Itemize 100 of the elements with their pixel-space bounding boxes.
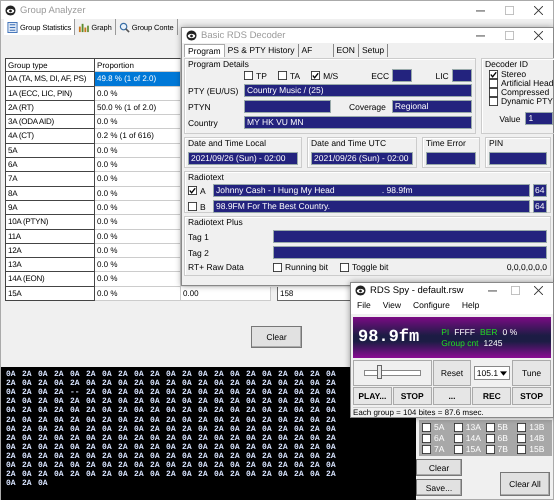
clear-all-button[interactable]: Clear All xyxy=(500,472,550,496)
time-field[interactable] xyxy=(489,152,547,165)
checkbox[interactable] xyxy=(278,71,287,80)
checkbox[interactable] xyxy=(454,434,463,443)
table-cell[interactable]: 0.0 % xyxy=(95,172,181,187)
checkbox[interactable] xyxy=(422,434,431,443)
checkbox[interactable] xyxy=(486,444,494,454)
value-field[interactable]: 1 xyxy=(525,112,554,125)
checkbox[interactable] xyxy=(489,97,498,106)
tab[interactable]: PS & PTY History xyxy=(224,44,299,57)
checkbox[interactable] xyxy=(188,202,197,211)
table-cell[interactable]: 0.0 % xyxy=(95,86,181,101)
checkbox[interactable] xyxy=(340,262,350,272)
tab[interactable]: AF xyxy=(298,44,334,57)
checkbox[interactable] xyxy=(489,88,498,97)
close-icon[interactable] xyxy=(534,6,543,14)
checkbox[interactable] xyxy=(454,422,463,432)
table-cell[interactable]: 0.0 % xyxy=(95,244,181,258)
control-button[interactable]: REC xyxy=(472,387,512,405)
checkbox-label: 7A xyxy=(434,444,444,454)
group-sequence: 0A 2A 0A 2A 0A 2A 0A 2A 0A 2A 0A 2A 0A 2A 0A 2A 0A 2A 0A 2A 0A xyxy=(6,406,336,416)
checkbox[interactable] xyxy=(489,70,498,79)
checkbox[interactable] xyxy=(244,71,253,80)
action-button[interactable]: Clear xyxy=(416,459,462,476)
tune-button[interactable]: Tune xyxy=(512,360,551,386)
checkbox[interactable] xyxy=(311,71,320,80)
checkbox-label: 13A xyxy=(466,422,481,432)
menu-item[interactable]: File xyxy=(357,300,371,312)
length-field: 64 xyxy=(533,184,547,197)
table-cell[interactable]: 49.8 % (1 of 2.0) xyxy=(95,72,181,87)
checkbox[interactable] xyxy=(422,444,431,454)
close-icon[interactable] xyxy=(534,31,543,40)
table-cell[interactable]: 0.0 % xyxy=(95,158,181,172)
ptyn-field[interactable] xyxy=(244,100,331,113)
table-cell[interactable]: 50.0 % (1 of 2.0) xyxy=(95,100,181,116)
action-button[interactable]: Save... xyxy=(416,479,462,496)
field-label: PTY (EU/US) xyxy=(188,86,240,96)
checkbox-label: TP xyxy=(256,70,267,80)
table-cell: 13A xyxy=(5,258,95,272)
time-field[interactable] xyxy=(426,152,476,165)
control-button[interactable]: STOP xyxy=(392,387,432,405)
menu-item[interactable]: Configure xyxy=(412,300,450,312)
reset-button[interactable]: Reset xyxy=(432,360,472,386)
table-cell[interactable]: 0.0 % xyxy=(95,186,181,201)
time-field[interactable]: 2021/09/26 (Sun) - 02:00 xyxy=(188,152,298,165)
tag-field[interactable] xyxy=(273,246,547,259)
table-cell: 9A xyxy=(5,200,95,216)
checkbox[interactable] xyxy=(486,422,494,432)
tab[interactable]: Program xyxy=(184,44,225,57)
group-sequence: 2A 0A 2A 0A 2A 0A 2A 0A 2A 0A 2A 0A 2A 0A 2A 0A 2A 0A 2A 0A 2A xyxy=(6,397,336,406)
group-sequence: 0A 2A 0A 2A 0A 2A 0A 2A 0A 2A 0A 2A 0A 2A 0A 2A 0A 2A 0A 2A 0A xyxy=(6,370,336,380)
checkbox[interactable] xyxy=(517,422,526,432)
tab[interactable]: Setup xyxy=(358,44,388,57)
menu-item[interactable]: View xyxy=(382,300,401,312)
tab[interactable]: EON xyxy=(334,44,359,57)
column-header[interactable]: Group type xyxy=(5,58,95,72)
time-field[interactable]: 2021/09/26 (Sun) - 02:00 xyxy=(311,152,413,165)
table-cell[interactable]: 0.0 % xyxy=(95,115,181,130)
checkbox-label: Compressed xyxy=(501,88,550,97)
table-cell[interactable]: 0.0 % xyxy=(95,258,181,272)
close-icon[interactable] xyxy=(534,286,543,295)
field-label: PTYN xyxy=(188,102,212,112)
checkbox[interactable] xyxy=(517,444,526,454)
control-button[interactable]: STOP xyxy=(512,387,551,405)
field-label: Tag 1 xyxy=(188,232,210,242)
slider-thumb[interactable] xyxy=(376,365,382,379)
table-cell: 8A xyxy=(5,186,95,201)
pty-field[interactable]: Country Music / (25) xyxy=(244,84,472,97)
coverage-field[interactable]: Regional xyxy=(392,100,472,113)
group-sequence: 0A 2A 0A xyxy=(6,479,48,488)
table-cell[interactable]: 0.0 % xyxy=(95,272,181,287)
window-title: RDS Spy - default.rsw xyxy=(370,285,464,296)
checkbox[interactable] xyxy=(422,422,431,432)
ecc-field[interactable] xyxy=(392,69,412,82)
table-cell[interactable]: 0.0 % xyxy=(95,200,181,216)
table-cell[interactable]: 0.0 % xyxy=(95,144,181,158)
table-cell[interactable]: 0.0 % xyxy=(95,286,181,302)
checkbox[interactable] xyxy=(486,434,494,443)
eye-icon xyxy=(5,4,16,16)
table-cell[interactable]: 0.0 % xyxy=(95,215,181,230)
tag-field[interactable] xyxy=(273,230,547,243)
table-cell[interactable]: 0.2 % (1 of 616) xyxy=(95,129,181,144)
table-cell[interactable]: 0.0 % xyxy=(95,230,181,244)
checkbox[interactable] xyxy=(517,434,526,443)
radiotext-field[interactable]: 98.9FM For The Best Country. xyxy=(213,200,530,213)
lic-field[interactable] xyxy=(452,69,472,82)
checkbox[interactable] xyxy=(489,79,498,88)
country-field[interactable]: MY HK VU MN xyxy=(244,116,472,129)
menu-item[interactable]: Help xyxy=(462,300,480,312)
frequency-dropdown[interactable]: 105.1 xyxy=(474,366,510,380)
raw-data-value: 0,0,0,0,0,0 xyxy=(506,262,547,272)
control-button[interactable]: PLAY... xyxy=(353,387,392,405)
clear-button[interactable]: Clear xyxy=(251,326,302,348)
radiotext-field[interactable]: Johnny Cash - I Hung My Head . 98.9fm xyxy=(213,184,530,197)
checkbox[interactable] xyxy=(188,186,197,195)
column-header[interactable]: Proportion xyxy=(95,58,181,72)
group-title: Program Details xyxy=(188,59,249,69)
checkbox[interactable] xyxy=(273,262,282,272)
checkbox[interactable] xyxy=(454,444,463,454)
control-button[interactable]: ... xyxy=(432,387,472,405)
